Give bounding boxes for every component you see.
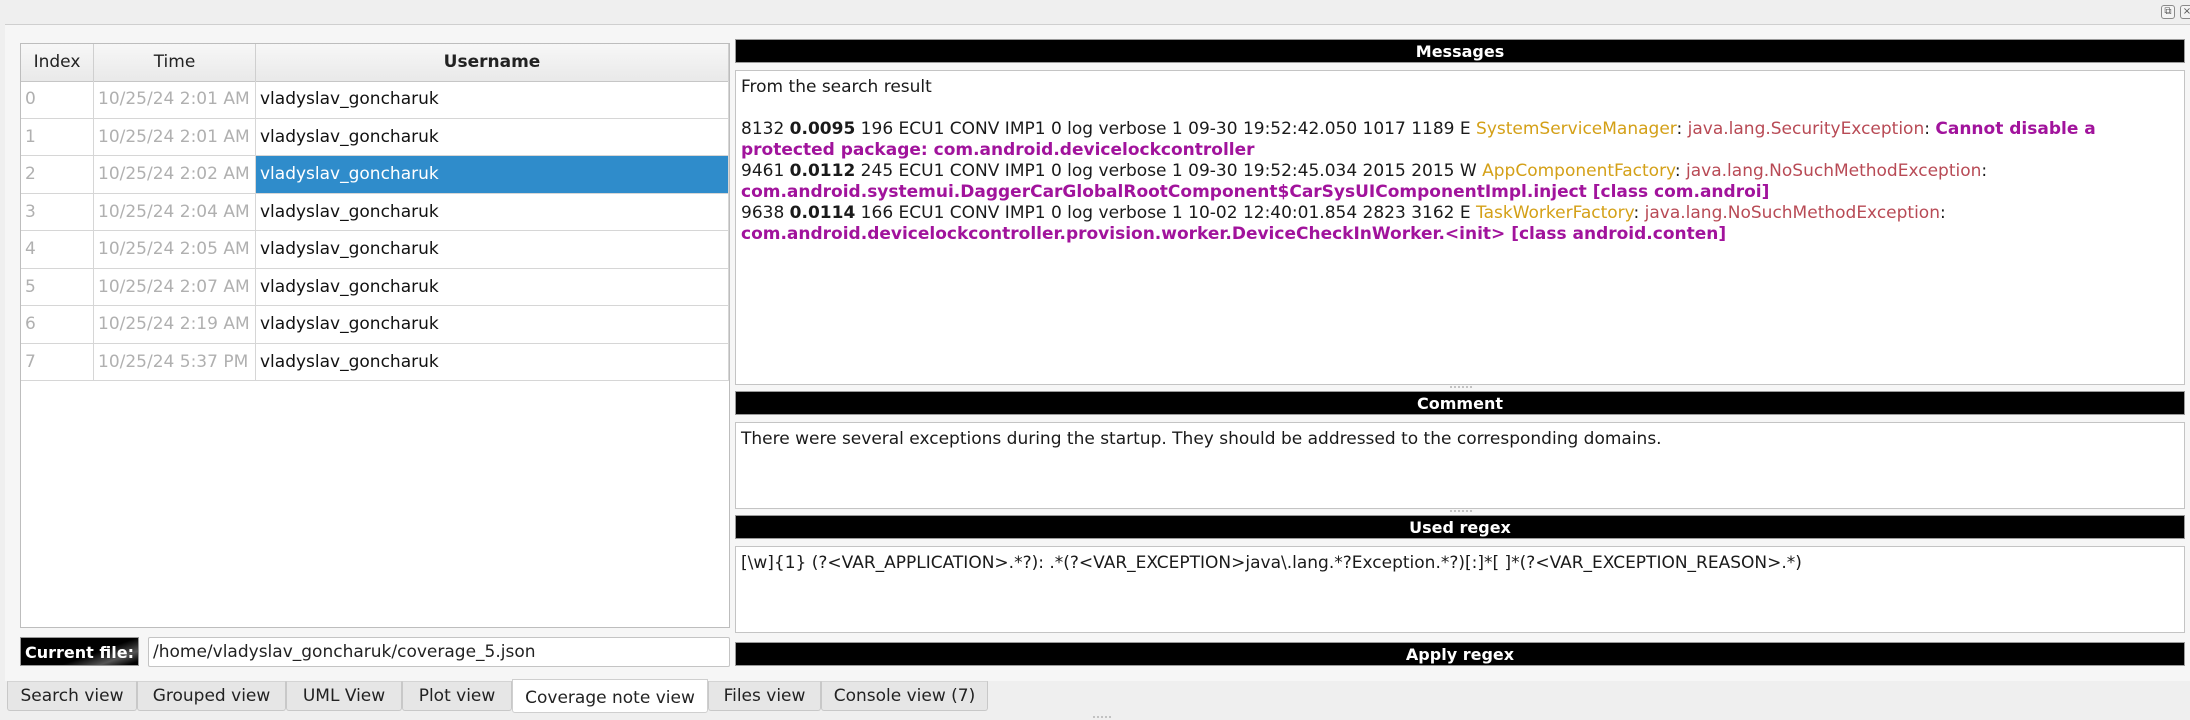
tab-search-view[interactable]: Search view xyxy=(7,681,137,711)
cell-username: vladyslav_goncharuk xyxy=(256,306,729,343)
tab-uml-view[interactable]: UML View xyxy=(286,681,402,711)
table-row[interactable]: 7 10/25/24 5:37 PM vladyslav_goncharuk xyxy=(21,343,729,381)
tab-files-view[interactable]: Files view xyxy=(708,681,821,711)
message-score: 0.0095 xyxy=(789,119,856,139)
message-fields: 196 ECU1 CONV IMP1 0 log verbose 1 09-30… xyxy=(855,119,1477,139)
comment-title: Comment xyxy=(1417,394,1503,413)
cell-index: 1 xyxy=(21,118,94,155)
message-separator: : xyxy=(1633,203,1645,223)
table-row[interactable]: 0 10/25/24 2:01 AM vladyslav_goncharuk xyxy=(21,81,729,119)
close-icon[interactable]: × xyxy=(2180,5,2190,19)
cell-username: vladyslav_goncharuk xyxy=(256,118,729,155)
message-id: 9638 xyxy=(741,203,790,223)
cell-time: 10/25/24 2:19 AM xyxy=(94,306,256,343)
column-header-index[interactable]: Index xyxy=(21,44,94,81)
table-body: 0 10/25/24 2:01 AM vladyslav_goncharuk 1… xyxy=(21,81,729,381)
tab-grouped-view[interactable]: Grouped view xyxy=(137,681,286,711)
comment-field[interactable]: There were several exceptions during the… xyxy=(735,422,2185,509)
resize-grip[interactable] xyxy=(1093,716,1111,719)
cell-index: 4 xyxy=(21,231,94,268)
cell-index: 0 xyxy=(21,81,94,118)
message-application: SystemServiceManager xyxy=(1476,119,1677,139)
cell-time: 10/25/24 2:07 AM xyxy=(94,268,256,305)
cell-username: vladyslav_goncharuk xyxy=(256,231,729,268)
column-header-username[interactable]: Username xyxy=(256,44,729,81)
message-separator: : xyxy=(1981,161,1988,181)
tab-coverage-note-view[interactable]: Coverage note view xyxy=(512,679,708,713)
cell-time: 10/25/24 2:01 AM xyxy=(94,118,256,155)
cell-username: vladyslav_goncharuk xyxy=(256,193,729,230)
used-regex-header: Used regex xyxy=(735,515,2185,539)
cell-time: 10/25/24 2:05 AM xyxy=(94,231,256,268)
apply-regex-label: Apply regex xyxy=(1405,645,1515,664)
message-separator: : xyxy=(1939,203,1946,223)
splitter-handle[interactable] xyxy=(1450,386,1472,389)
messages-header: Messages xyxy=(735,39,2185,63)
message-application: TaskWorkerFactory xyxy=(1476,203,1634,223)
cell-index: 6 xyxy=(21,306,94,343)
cell-username: vladyslav_goncharuk xyxy=(256,81,729,118)
used-regex-title: Used regex xyxy=(1409,518,1511,537)
message-entry[interactable]: 8132 0.0095 196 ECU1 CONV IMP1 0 log ver… xyxy=(741,119,2179,161)
current-file-field[interactable]: /home/vladyslav_goncharuk/coverage_5.jso… xyxy=(148,637,730,667)
table-row-selected[interactable]: 2 10/25/24 2:02 AM vladyslav_goncharuk xyxy=(21,156,729,194)
cell-time: 10/25/24 2:02 AM xyxy=(94,156,256,193)
column-header-time[interactable]: Time xyxy=(94,44,256,81)
message-exception: java.lang.NoSuchMethodException xyxy=(1686,161,1982,181)
message-separator: : xyxy=(1674,161,1687,181)
cell-index: 7 xyxy=(21,343,94,380)
cell-time: 10/25/24 5:37 PM xyxy=(94,343,256,380)
message-reason: com.android.systemui.DaggerCarGlobalRoot… xyxy=(741,182,1770,202)
message-exception: java.lang.SecurityException xyxy=(1687,119,1925,139)
table-row[interactable]: 4 10/25/24 2:05 AM vladyslav_goncharuk xyxy=(21,231,729,269)
message-separator: : xyxy=(1676,119,1688,139)
message-score: 0.0112 xyxy=(789,161,856,181)
message-id: 8132 xyxy=(741,119,790,139)
cell-time: 10/25/24 2:01 AM xyxy=(94,81,256,118)
splitter-handle[interactable] xyxy=(1450,510,1472,513)
cell-username: vladyslav_goncharuk xyxy=(256,268,729,305)
notes-table[interactable]: Index Time Username 0 10/25/24 2:01 AM v… xyxy=(20,43,730,628)
table-row[interactable]: 3 10/25/24 2:04 AM vladyslav_goncharuk xyxy=(21,193,729,231)
message-exception: java.lang.NoSuchMethodException xyxy=(1644,203,1940,223)
apply-regex-button[interactable]: Apply regex xyxy=(735,642,2185,666)
message-fields: 245 ECU1 CONV IMP1 0 log verbose 1 09-30… xyxy=(855,161,1483,181)
regex-field[interactable]: [\w]{1} (?<VAR_APPLICATION>.*?): .*(?<VA… xyxy=(735,546,2185,633)
comment-header: Comment xyxy=(735,391,2185,415)
table-row[interactable]: 5 10/25/24 2:07 AM vladyslav_goncharuk xyxy=(21,268,729,306)
message-score: 0.0114 xyxy=(789,203,856,223)
cell-username: vladyslav_goncharuk xyxy=(256,343,729,380)
float-icon[interactable]: ⧉ xyxy=(2161,5,2175,19)
message-id: 9461 xyxy=(741,161,790,181)
message-entry[interactable]: 9638 0.0114 166 ECU1 CONV IMP1 0 log ver… xyxy=(741,203,2179,245)
tab-console-view[interactable]: Console view (7) xyxy=(821,681,988,711)
messages-intro: From the search result xyxy=(741,77,932,97)
cell-index: 2 xyxy=(21,156,94,193)
table-row[interactable]: 6 10/25/24 2:19 AM vladyslav_goncharuk xyxy=(21,306,729,344)
cell-index: 5 xyxy=(21,268,94,305)
messages-title: Messages xyxy=(1415,42,1505,61)
cell-time: 10/25/24 2:04 AM xyxy=(94,193,256,230)
message-reason: com.android.devicelockcontroller.provisi… xyxy=(741,224,1727,244)
message-application: AppComponentFactory xyxy=(1482,161,1675,181)
cell-index: 3 xyxy=(21,193,94,230)
message-separator: : xyxy=(1924,119,1936,139)
table-header: Index Time Username xyxy=(21,44,729,82)
message-entry[interactable]: 9461 0.0112 245 ECU1 CONV IMP1 0 log ver… xyxy=(741,161,2179,203)
cell-username: vladyslav_goncharuk xyxy=(256,156,729,193)
current-file-label: Current file: xyxy=(20,637,139,666)
messages-box[interactable]: From the search result 8132 0.0095 196 E… xyxy=(735,70,2185,385)
tab-plot-view[interactable]: Plot view xyxy=(402,681,512,711)
table-row[interactable]: 1 10/25/24 2:01 AM vladyslav_goncharuk xyxy=(21,118,729,156)
message-fields: 166 ECU1 CONV IMP1 0 log verbose 1 10-02… xyxy=(855,203,1477,223)
